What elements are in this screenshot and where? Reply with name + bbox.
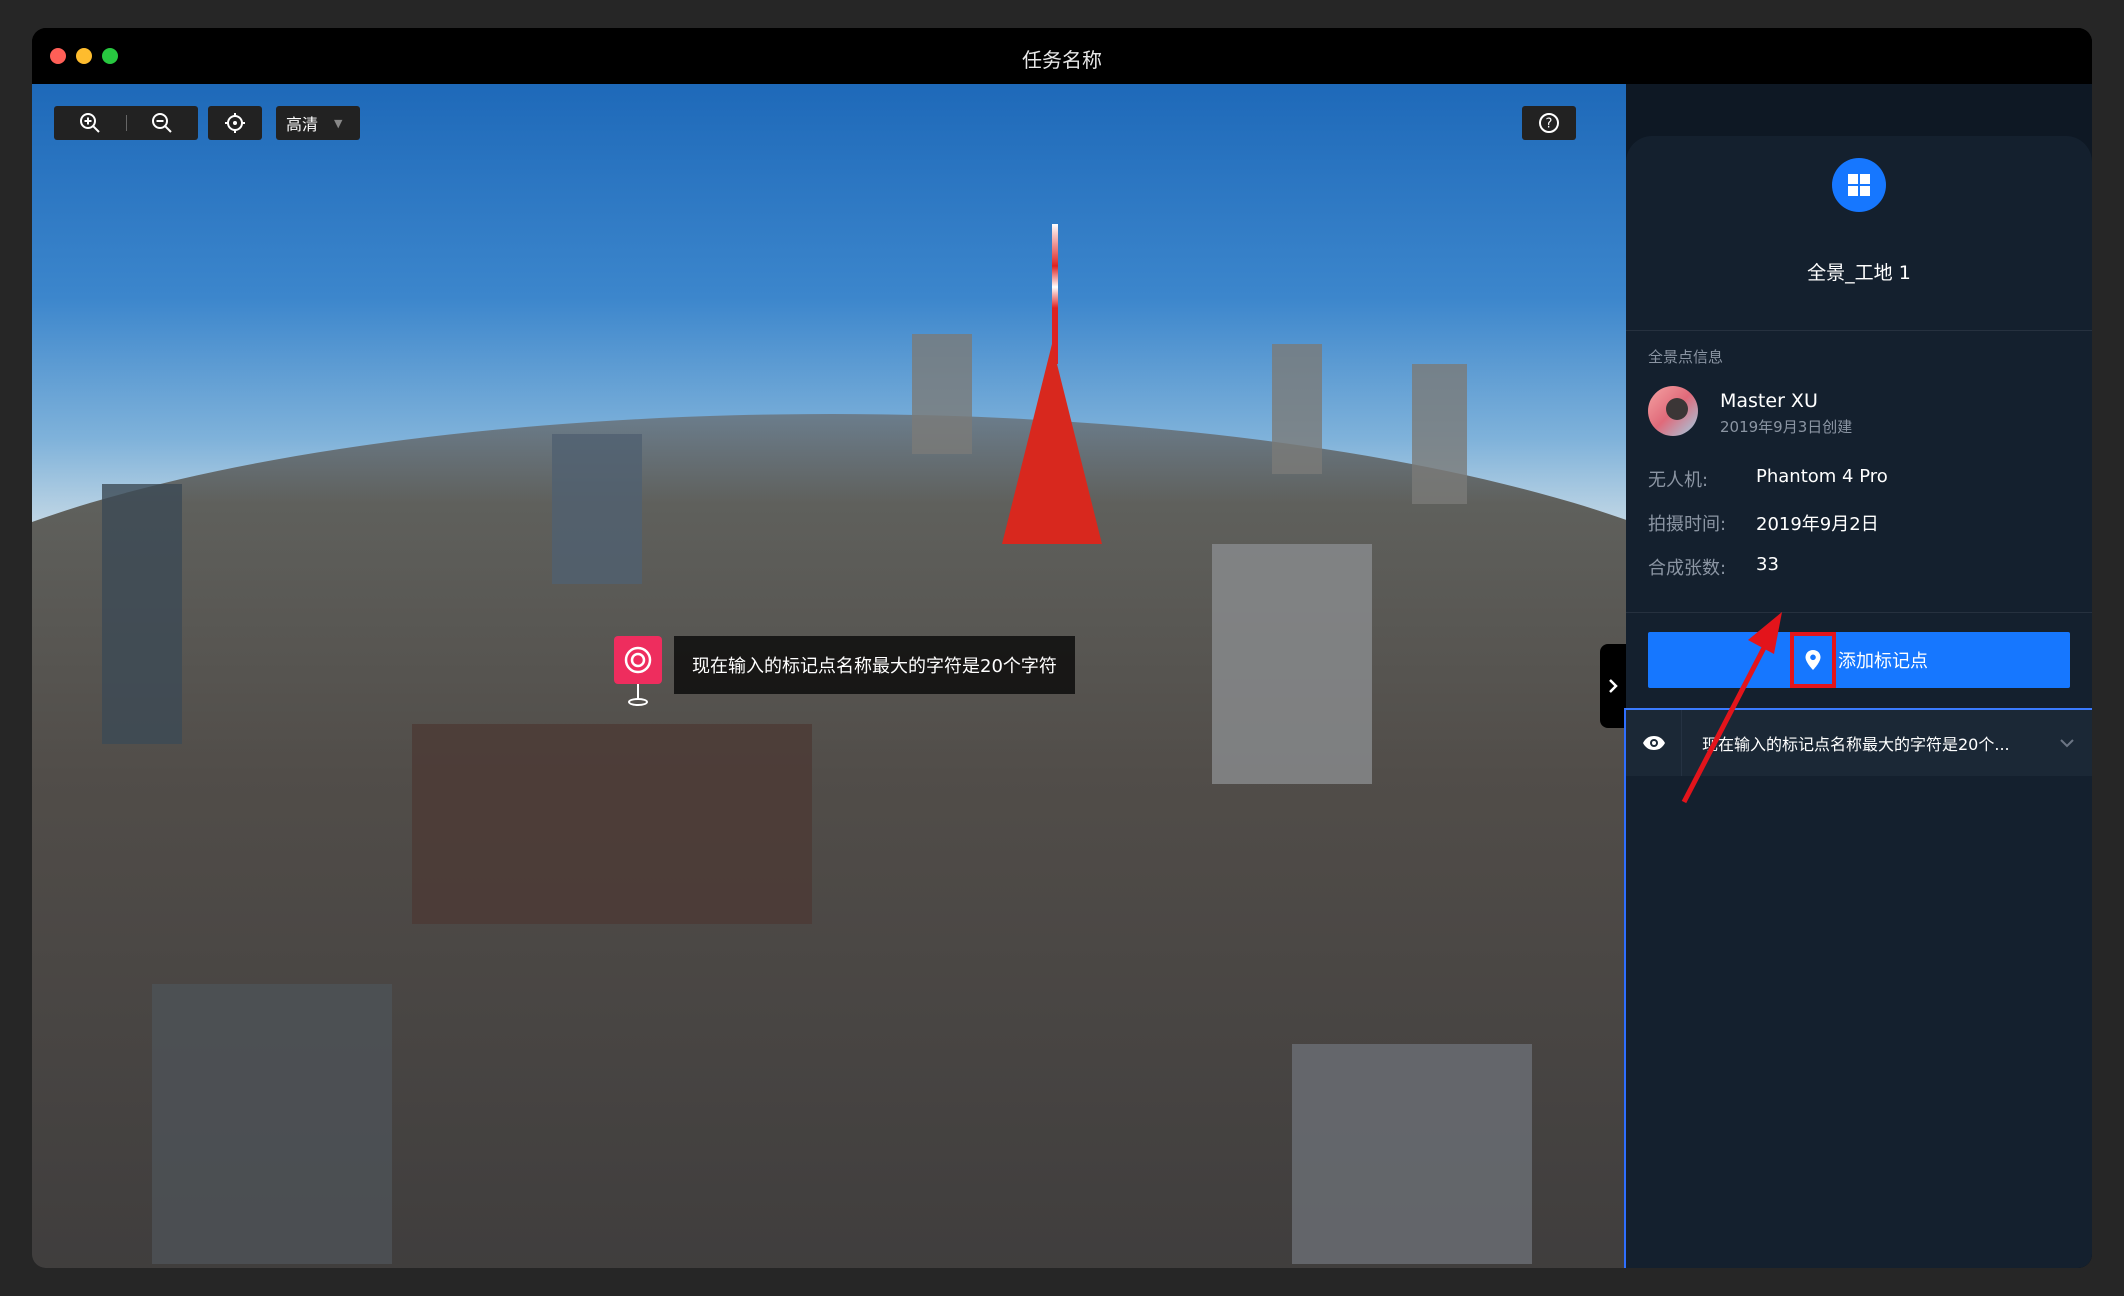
marker-label: 现在输入的标记点名称最大的字符是20个字符 — [674, 636, 1075, 694]
zoom-out-button[interactable] — [127, 106, 199, 140]
panorama-viewer[interactable]: 高清 ▼ ? 现在输入的标记点名称最大的字符是20个字符 — [32, 84, 1626, 1268]
panorama-marker[interactable] — [614, 636, 662, 684]
zoom-in-icon — [79, 113, 100, 133]
window-title: 任务名称 — [1022, 48, 1102, 72]
expand-marker-button[interactable] — [2042, 738, 2092, 748]
panel-title: 全景_工地 1 — [1807, 262, 1911, 284]
collapse-panel-button[interactable] — [1600, 644, 1626, 728]
info-value: Phantom 4 Pro — [1756, 466, 1888, 487]
panorama-logo — [1832, 158, 1886, 212]
caret-down-icon: ▼ — [334, 116, 343, 130]
building — [1212, 544, 1372, 784]
info-panel: 全景_工地 1 全景点信息 Master XU 2019年9月3日创建 无人机:… — [1624, 84, 2092, 1268]
info-key: 无人机: — [1648, 470, 1709, 491]
location-pin-icon — [1790, 632, 1836, 688]
chevron-right-icon — [1609, 679, 1618, 693]
title-bar: 任务名称 — [32, 28, 2092, 84]
annotation-highlight-box — [1790, 632, 1836, 688]
zoom-out-icon — [152, 113, 172, 133]
add-marker-label: 添加标记点 — [1838, 651, 1928, 672]
info-key: 合成张数: — [1648, 558, 1727, 579]
zoom-controls — [54, 106, 198, 140]
building — [1412, 364, 1467, 504]
marker-list: 现在输入的标记点名称最大的字符是20个... — [1624, 708, 2092, 1268]
divider — [1626, 330, 2092, 331]
app-window: 任务名称 高清 ▼ ? 现在输入的标记点名称最大的字符是20个字符 全景_工地 … — [32, 28, 2092, 1268]
toggle-visibility-button[interactable] — [1626, 710, 1682, 776]
building — [552, 434, 642, 584]
help-button[interactable]: ? — [1522, 106, 1576, 140]
info-value: 33 — [1756, 554, 1779, 575]
building — [1272, 344, 1322, 474]
building — [102, 484, 182, 744]
zoom-in-button[interactable] — [54, 106, 126, 140]
user-name: Master XU — [1720, 390, 1818, 412]
building — [152, 984, 392, 1264]
marker-anchor — [628, 698, 648, 706]
marker-list-label: 现在输入的标记点名称最大的字符是20个... — [1702, 735, 2010, 754]
locate-button[interactable] — [208, 106, 262, 140]
crosshair-icon — [225, 113, 245, 133]
list-item[interactable]: 现在输入的标记点名称最大的字符是20个... — [1626, 710, 2092, 776]
user-created-date: 2019年9月3日创建 — [1720, 418, 1853, 436]
quality-label: 高清 — [286, 115, 319, 134]
avatar — [1648, 386, 1698, 436]
help-icon: ? — [1539, 113, 1559, 133]
add-marker-button[interactable]: 添加标记点 — [1648, 632, 2070, 688]
quality-select[interactable]: 高清 ▼ — [276, 106, 360, 140]
grid-icon — [1848, 174, 1870, 196]
svg-text:?: ? — [1546, 117, 1553, 132]
divider — [1626, 612, 2092, 613]
target-icon — [624, 646, 652, 674]
chevron-down-icon — [2060, 739, 2074, 748]
info-value: 2019年9月2日 — [1756, 514, 1879, 535]
building — [1292, 1044, 1532, 1264]
section-label: 全景点信息 — [1648, 348, 1724, 366]
info-key: 拍摄时间: — [1648, 514, 1727, 535]
panel-card: 全景_工地 1 全景点信息 Master XU 2019年9月3日创建 无人机:… — [1624, 136, 2092, 1268]
building — [412, 724, 812, 924]
building — [912, 334, 972, 454]
eye-icon — [1642, 736, 1665, 750]
